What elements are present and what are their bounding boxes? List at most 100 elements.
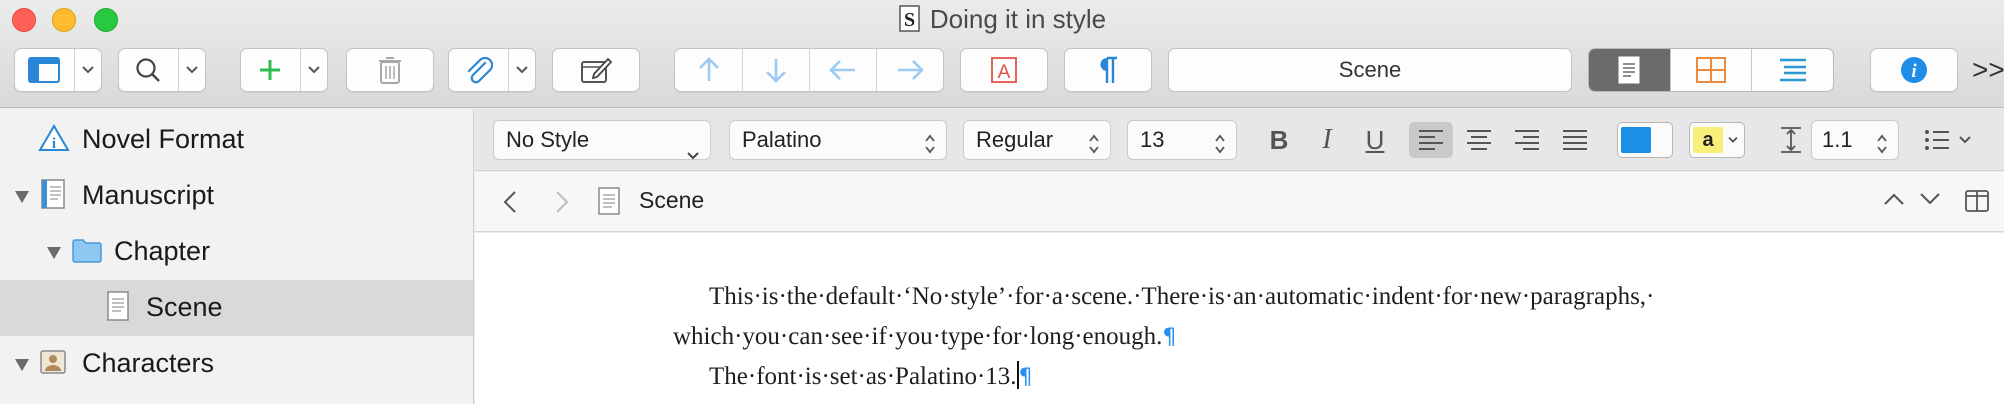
paragraph-line: which·you·can·see·if·you·type·for·long·e… <box>673 323 1163 350</box>
italic-icon: I <box>1322 124 1332 155</box>
chevron-down-icon <box>686 135 700 173</box>
split-editor-button[interactable] <box>1965 190 1989 217</box>
align-right-icon <box>1515 130 1539 150</box>
history-back-button[interactable] <box>503 190 517 219</box>
disclosure-triangle-icon[interactable] <box>14 190 30 204</box>
current-document-field[interactable]: Scene <box>1168 48 1572 92</box>
arrow-up-icon <box>698 57 719 81</box>
chevron-left-icon <box>503 191 516 213</box>
title-bar: S Doing it in style A Scene i >> <box>0 0 2004 108</box>
list-style-button[interactable] <box>1915 122 1981 158</box>
bold-button[interactable]: B <box>1259 122 1299 158</box>
font-size-popup[interactable]: 13 <box>1127 120 1237 160</box>
text-editor[interactable]: This·is·the·default·‘No·style’·for·a·sce… <box>475 233 2004 404</box>
add-button[interactable] <box>240 48 328 92</box>
svg-text:S: S <box>904 9 915 31</box>
plus-icon <box>241 49 300 91</box>
chevron-down-icon <box>1920 193 1940 205</box>
move-up-button[interactable] <box>675 49 742 91</box>
search-icon <box>119 49 178 91</box>
binder-item-manuscript[interactable]: Manuscript <box>0 168 473 224</box>
line-spacing-value: 1.1 <box>1822 127 1853 152</box>
binder-item-novel-format[interactable]: i Novel Format <box>0 112 473 168</box>
chevron-down-icon <box>1656 137 1666 143</box>
highlight-color-well[interactable]: a <box>1689 122 1745 158</box>
font-weight-popup[interactable]: Regular <box>963 120 1111 160</box>
disclosure-triangle-icon[interactable] <box>46 246 62 260</box>
italic-button[interactable]: I <box>1307 122 1347 158</box>
format-bar: No Style Palatino Regular 13 B I U a 1.1 <box>475 109 2004 171</box>
align-right-button[interactable] <box>1505 122 1549 158</box>
move-down-button[interactable] <box>742 49 809 91</box>
text-color-well[interactable] <box>1617 122 1673 158</box>
move-left-button[interactable] <box>809 49 876 91</box>
paragraph-line: The·font·is·set·as·Palatino·13. <box>709 363 1017 390</box>
info-icon: i <box>1871 49 1957 91</box>
paragraph: This·is·the·default·‘No·style’·for·a·sce… <box>673 277 1773 358</box>
font-family-popup[interactable]: Palatino <box>729 120 947 160</box>
binder-item-chapter[interactable]: Chapter <box>0 224 473 280</box>
arrow-down-icon <box>766 59 786 83</box>
text-style-button[interactable]: A <box>960 48 1048 92</box>
trash-button[interactable] <box>346 48 434 92</box>
binder-sidebar: i Novel Format Manuscript Chapter Scene <box>0 109 474 404</box>
disclosure-triangle-icon[interactable] <box>14 358 30 372</box>
move-right-button[interactable] <box>876 49 943 91</box>
binder-item-label: Manuscript <box>82 180 215 210</box>
align-center-icon <box>1467 130 1491 150</box>
inspector-button[interactable]: i <box>1870 48 1958 92</box>
underline-button[interactable]: U <box>1355 122 1395 158</box>
font-family-value: Palatino <box>742 127 822 152</box>
previous-document-button[interactable] <box>1883 192 1905 211</box>
font-style-icon: A <box>961 49 1047 91</box>
compose-button[interactable] <box>552 48 640 92</box>
scrivener-document-icon: S <box>898 5 922 33</box>
arrow-left-icon <box>829 60 855 80</box>
align-left-button[interactable] <box>1409 122 1453 158</box>
paragraph-style-popup[interactable]: No Style <box>493 120 711 160</box>
document-icon <box>1618 56 1640 84</box>
align-justify-icon <box>1563 130 1587 150</box>
show-invisibles-button[interactable] <box>1064 48 1152 92</box>
updown-arrows-icon <box>924 129 936 167</box>
split-view-icon <box>1965 190 1989 212</box>
align-center-button[interactable] <box>1457 122 1501 158</box>
next-document-button[interactable] <box>1919 192 1941 211</box>
paragraph-style-value: No Style <box>506 127 590 152</box>
view-outline-button[interactable] <box>1751 49 1833 91</box>
search-button[interactable] <box>118 48 206 92</box>
editor-header-bar: Scene <box>475 172 2004 232</box>
paperclip-icon <box>449 49 508 91</box>
line-spacing-icon <box>1775 122 1807 158</box>
chevron-down-icon <box>299 49 327 91</box>
window-title: S Doing it in style <box>0 2 2004 36</box>
attachment-button[interactable] <box>448 48 536 92</box>
binder-item-scene[interactable]: Scene <box>0 280 473 336</box>
text-color-swatch <box>1621 127 1651 153</box>
view-scrivenings-button[interactable] <box>1589 49 1670 91</box>
svg-text:i: i <box>52 136 56 152</box>
align-justify-button[interactable] <box>1553 122 1597 158</box>
binder-item-label: Novel Format <box>82 124 245 154</box>
chevron-down-icon <box>177 49 205 91</box>
line-spacing-popup[interactable]: 1.1 <box>1811 120 1899 160</box>
warning-info-icon: i <box>38 124 70 157</box>
svg-text:A: A <box>998 62 1011 83</box>
editor-document-title[interactable]: Scene <box>639 187 704 214</box>
toolbar-overflow-button[interactable]: >> <box>1972 56 2004 84</box>
folder-icon <box>72 237 102 268</box>
history-forward-button[interactable] <box>555 190 569 219</box>
text-document-icon <box>106 290 130 327</box>
updown-arrows-icon <box>1088 129 1100 167</box>
highlight-swatch: a <box>1693 127 1723 153</box>
window-title-text: Doing it in style <box>929 4 1107 34</box>
paragraph-line: This·is·the·default·‘No·style’·for·a·sce… <box>709 283 1655 310</box>
layout-icon <box>15 49 74 91</box>
bold-icon: B <box>1269 124 1289 155</box>
view-corkboard-button[interactable] <box>1669 49 1752 91</box>
binder-item-characters[interactable]: Characters <box>0 336 473 392</box>
chevron-up-icon <box>1884 193 1904 205</box>
layout-toggle-button[interactable] <box>14 48 102 92</box>
pilcrow-mark: ¶ <box>1162 325 1177 350</box>
chevron-down-icon <box>507 49 535 91</box>
